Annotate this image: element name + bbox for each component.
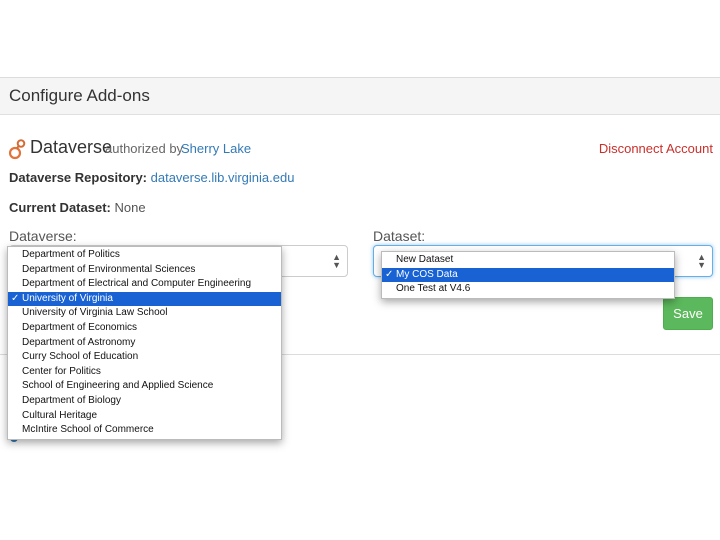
dataset-dropdown-list: New Dataset ✓ My COS Data One Test at V4.… — [381, 251, 675, 299]
authorized-by-text: authorized by — [105, 141, 184, 156]
dropdown-option[interactable]: Curry School of Education — [8, 350, 281, 365]
dropdown-option[interactable]: School of Engineering and Applied Scienc… — [8, 379, 281, 394]
dropdown-option[interactable]: Department of Economics — [8, 321, 281, 336]
repository-row: Dataverse Repository: dataverse.lib.virg… — [9, 170, 294, 185]
repository-label: Dataverse Repository: — [9, 170, 147, 185]
checkmark-icon: ✓ — [385, 268, 394, 280]
current-dataset-label: Current Dataset: — [9, 200, 111, 215]
dropdown-option[interactable]: Center for Politics — [8, 365, 281, 380]
current-dataset-value: None — [114, 200, 146, 215]
current-dataset-row: Current Dataset: None — [9, 200, 146, 215]
dataset-label: Dataset: — [373, 228, 426, 244]
select-arrows-icon: ▲ ▼ — [697, 252, 706, 270]
dataverse-label: Dataverse: — [9, 228, 77, 244]
panel-title: Configure Add-ons — [9, 86, 150, 105]
dropdown-option[interactable]: Department of Biology — [8, 394, 281, 409]
dropdown-option[interactable]: Department of Environmental Sciences — [8, 263, 281, 278]
dropdown-option[interactable]: One Test at V4.6 — [382, 282, 674, 297]
dataverse-dropdown-list: Department of Politics Department of Env… — [7, 246, 282, 440]
dropdown-option[interactable]: New Dataset — [382, 253, 674, 268]
dropdown-option[interactable]: Department of Astronomy — [8, 336, 281, 351]
select-arrows-icon: ▲ ▼ — [332, 252, 341, 270]
dropdown-option[interactable]: Cultural Heritage — [8, 409, 281, 424]
addon-row: Dataverse authorized by Sherry Lake Disc… — [9, 136, 713, 160]
addon-name: Dataverse — [30, 137, 113, 157]
disconnect-account-link[interactable]: Disconnect Account — [599, 141, 713, 156]
dropdown-option-selected[interactable]: ✓ My COS Data — [382, 267, 674, 283]
dropdown-option[interactable]: McIntire School of Commerce — [8, 423, 281, 438]
save-button[interactable]: Save — [663, 297, 713, 330]
dropdown-option-selected[interactable]: ✓ University of Virginia — [8, 291, 281, 307]
panel-header: Configure Add-ons — [0, 78, 720, 115]
checkmark-icon: ✓ — [11, 292, 20, 304]
repository-link[interactable]: dataverse.lib.virginia.edu — [151, 170, 295, 185]
authorized-user-link[interactable]: Sherry Lake — [181, 141, 251, 156]
dropdown-option[interactable]: Department of Electrical and Computer En… — [8, 277, 281, 292]
dataverse-logo-icon — [9, 139, 26, 160]
dropdown-option[interactable]: University of Virginia Law School — [8, 306, 281, 321]
dropdown-option[interactable]: Department of Politics — [8, 248, 281, 263]
